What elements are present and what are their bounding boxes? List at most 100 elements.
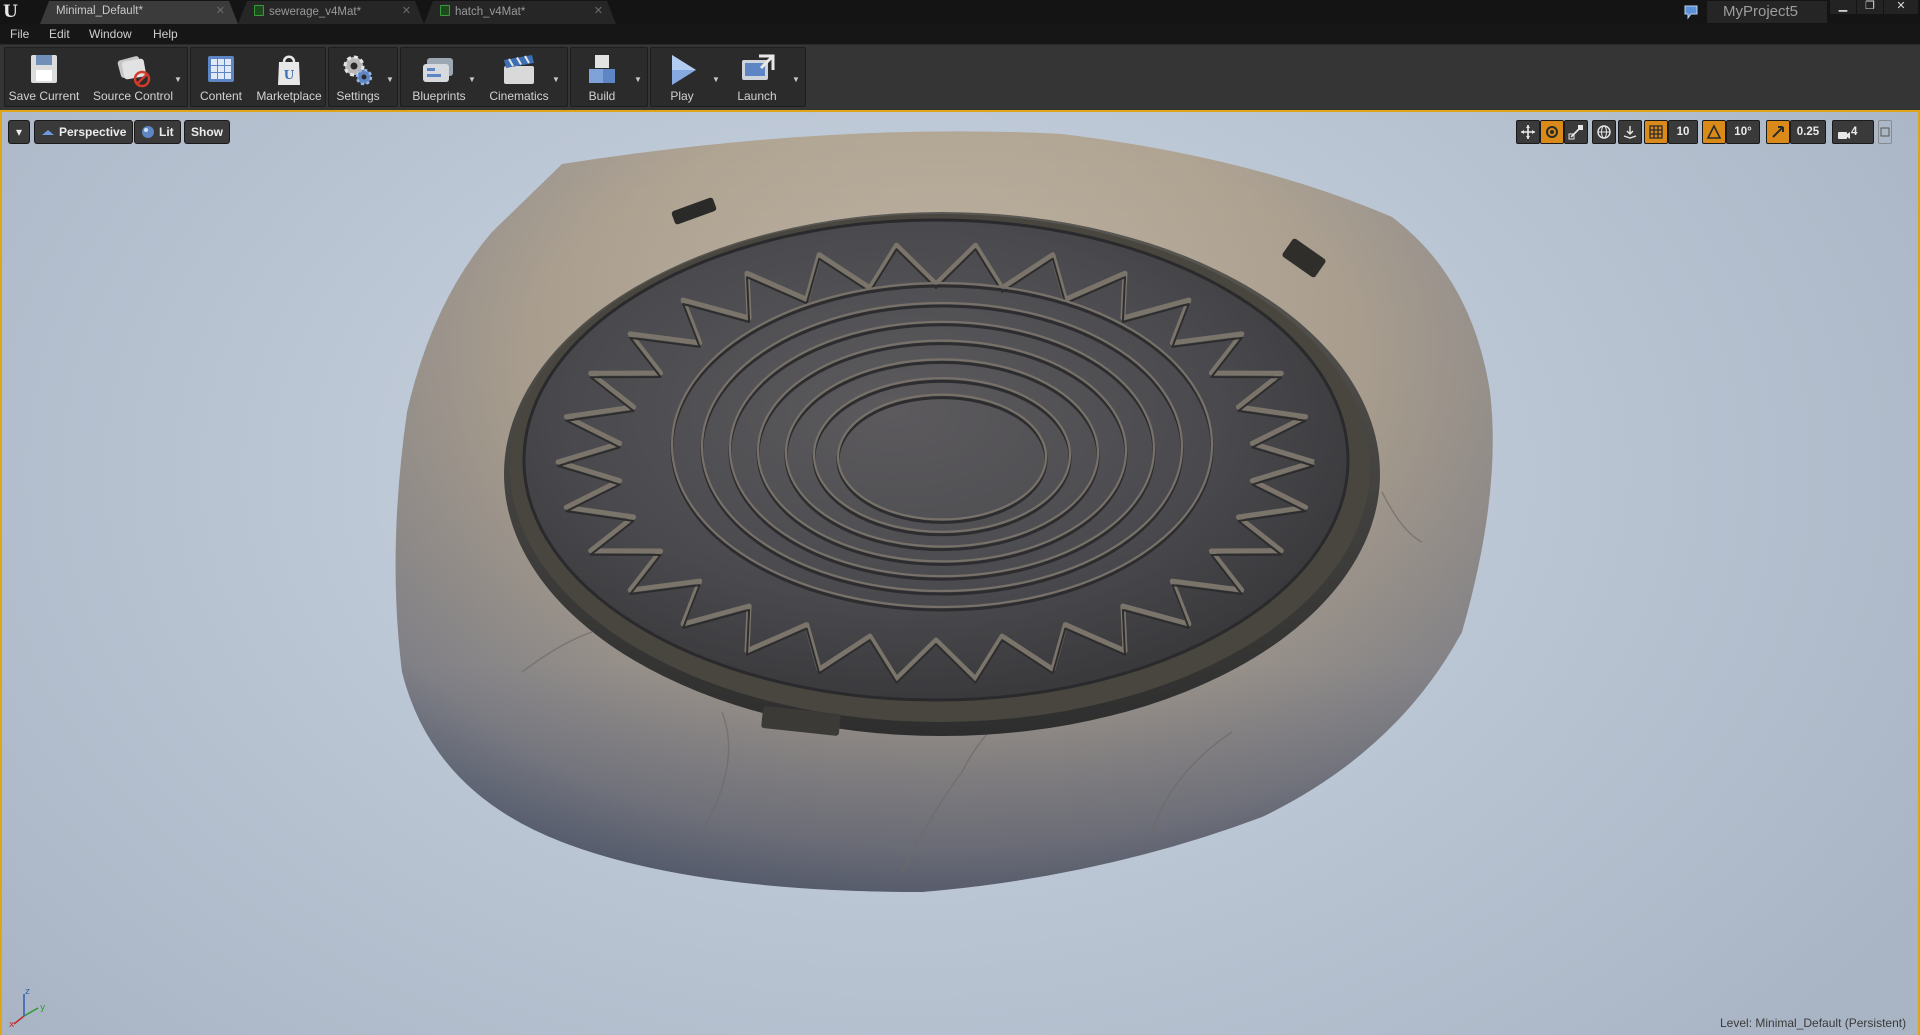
marketplace-button[interactable]: U Marketplace [253,48,325,108]
tab-label: hatch_v4Mat* [455,6,526,18]
cinematics-button[interactable]: Cinematics [485,48,553,108]
material-tab-icon [254,5,264,16]
rotation-snap-icon[interactable] [1702,120,1726,144]
svg-text:U: U [284,68,295,82]
show-flags-button[interactable]: Show [184,120,230,144]
rotation-snap-value[interactable]: 10° [1726,120,1760,144]
maximize-viewport-icon[interactable] [1878,120,1892,144]
grid-snap-value[interactable]: 10 [1668,120,1698,144]
lit-sphere-icon [141,124,155,146]
title-bar: U Minimal_Default* ✕ sewerage_v4Mat* ✕ h… [0,0,1920,24]
scale-snap-value[interactable]: 0.25 [1790,120,1826,144]
restore-icon[interactable]: ❐ [1857,0,1883,14]
toolbar-group-play: Play ▼ Launch ▼ [650,47,806,107]
content-button[interactable]: Content [191,48,251,108]
level-name: Minimal_Default (Persistent) [1755,1016,1907,1030]
level-status: Level: Minimal_Default (Persistent) [1720,1016,1906,1030]
settings-gears-icon [343,55,373,86]
unreal-logo-icon: U [3,2,18,22]
build-button[interactable]: Build [571,48,633,108]
translate-mode-icon[interactable] [1516,120,1540,144]
perspective-label: Perspective [59,125,127,139]
clapperboard-icon [504,55,534,84]
launch-button[interactable]: Launch [725,48,789,108]
tab-label: sewerage_v4Mat* [269,6,362,18]
main-toolbar: Save Current Source Control ▼ Content U … [0,44,1920,110]
level-viewport[interactable]: ▾ Perspective Lit Show 10 10° 0.25 4 y z… [0,110,1920,1035]
tab-sewerage-material[interactable]: sewerage_v4Mat* ✕ [238,1,424,24]
play-dropdown-icon[interactable]: ▼ [711,75,721,85]
settings-button[interactable]: Settings [329,48,387,108]
source-control-icon [117,56,151,88]
toolbar-group-settings: Settings ▼ [328,47,398,107]
cinematics-label: Cinematics [489,89,549,103]
build-blocks-icon [589,55,615,83]
world-coordinates-icon[interactable] [1592,120,1616,144]
tab-close-icon[interactable]: ✕ [402,4,411,17]
content-label: Content [199,89,243,103]
blueprints-button[interactable]: Blueprints [405,48,473,108]
source-control-label: Source Control [92,89,174,103]
tab-minimal-default[interactable]: Minimal_Default* ✕ [40,1,238,24]
menu-help[interactable]: Help [153,27,178,41]
marketplace-icon: U [278,55,300,85]
lit-mode-button[interactable]: Lit [134,120,181,144]
svg-text:z: z [25,987,30,997]
toolbar-group-save: Save Current Source Control ▼ [4,47,188,107]
perspective-button[interactable]: Perspective [34,120,134,146]
level-prefix: Level: [1720,1016,1753,1030]
settings-dropdown-icon[interactable]: ▼ [385,75,395,85]
content-browser-icon [208,56,234,82]
surface-snapping-icon[interactable] [1618,120,1642,144]
tab-hatch-material[interactable]: hatch_v4Mat* ✕ [424,1,616,24]
material-tab-icon [440,5,450,16]
menu-bar: File Edit Window Help [0,24,1920,44]
feedback-icon[interactable] [1682,3,1702,21]
toolbar-group-blueprints: Blueprints ▼ Cinematics ▼ [400,47,568,107]
build-label: Build [588,89,616,103]
grid-snap-icon[interactable] [1644,120,1668,144]
tab-close-icon[interactable]: ✕ [216,4,225,17]
launch-label: Launch [737,89,777,103]
camera-icon [1837,121,1851,146]
toolbar-group-build: Build ▼ [570,47,648,107]
menu-edit[interactable]: Edit [49,27,70,41]
launch-icon [742,54,775,80]
play-label: Play [670,89,694,103]
camera-speed-button[interactable]: 4 [1832,120,1874,144]
save-current-label: Save Current [8,89,80,103]
camera-speed-value: 4 [1851,126,1858,138]
tab-label: Minimal_Default* [56,5,143,17]
settings-label: Settings [336,89,380,103]
menu-window[interactable]: Window [89,27,132,41]
marketplace-label: Marketplace [256,89,322,103]
close-icon[interactable]: ✕ [1884,0,1918,14]
blueprints-icon [423,58,453,82]
source-control-button[interactable]: Source Control [87,48,179,108]
source-control-dropdown-icon[interactable]: ▼ [173,75,183,85]
save-icon [31,55,57,83]
scale-snap-icon[interactable] [1766,120,1790,144]
launch-dropdown-icon[interactable]: ▼ [791,75,801,85]
manhole-cover-mesh[interactable] [2,112,1918,1035]
lit-mode-label: Lit [159,125,174,139]
perspective-icon [41,124,55,146]
blueprints-label: Blueprints [412,89,466,103]
svg-text:x: x [9,1020,15,1028]
cinematics-dropdown-icon[interactable]: ▼ [551,75,561,85]
tab-close-icon[interactable]: ✕ [594,4,603,17]
build-dropdown-icon[interactable]: ▼ [633,75,643,85]
viewport-options-button[interactable]: ▾ [8,120,30,144]
toolbar-group-content: Content U Marketplace [190,47,326,107]
scale-mode-icon[interactable] [1564,120,1588,144]
menu-file[interactable]: File [10,27,29,41]
project-name: MyProject5 [1707,1,1827,23]
save-current-button[interactable]: Save Current [5,48,83,108]
play-button[interactable]: Play [651,48,713,108]
play-icon [672,55,696,85]
axis-gizmo-icon: y z x [9,987,46,1028]
rotate-mode-icon[interactable] [1540,120,1564,144]
blueprints-dropdown-icon[interactable]: ▼ [467,75,477,85]
svg-text:y: y [40,1003,46,1013]
minimize-icon[interactable]: ▁ [1830,0,1856,14]
